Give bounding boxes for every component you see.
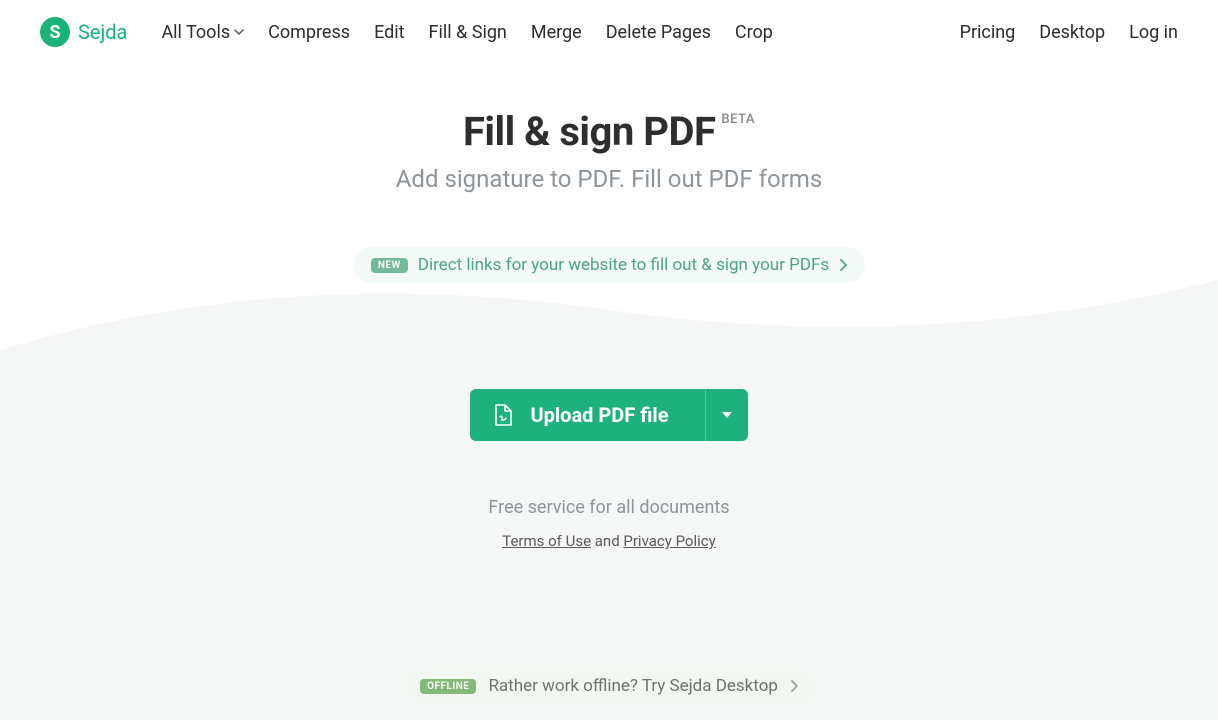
chevron-down-icon: [234, 27, 244, 37]
terms-of-use-link[interactable]: Terms of Use: [502, 532, 591, 550]
upload-label: Upload PDF file: [530, 403, 668, 427]
logo-mark: S: [40, 17, 70, 47]
nav-left-group: All Tools Compress Edit Fill & Sign Merg…: [161, 22, 772, 43]
top-nav: S Sejda All Tools Compress Edit Fill & S…: [0, 0, 1218, 64]
nav-pricing[interactable]: Pricing: [960, 22, 1016, 43]
nav-all-tools[interactable]: All Tools: [161, 22, 244, 43]
caret-down-icon: [722, 412, 732, 418]
upload-main[interactable]: Upload PDF file: [470, 389, 704, 441]
file-pdf-icon: [494, 404, 512, 426]
promo-text: Direct links for your website to fill ou…: [418, 255, 829, 275]
nav-fill-sign[interactable]: Fill & Sign: [429, 22, 507, 43]
nav-right-group: Pricing Desktop Log in: [960, 22, 1178, 43]
chevron-right-icon: [790, 680, 798, 692]
page-title: Fill & sign PDF: [463, 108, 715, 155]
chevron-right-icon: [839, 259, 847, 271]
promo-banner[interactable]: NEW Direct links for your website to fil…: [353, 247, 865, 283]
upload-button[interactable]: Upload PDF file: [470, 389, 747, 441]
upload-dropdown-toggle[interactable]: [705, 389, 748, 441]
nav-merge[interactable]: Merge: [531, 22, 582, 43]
nav-desktop[interactable]: Desktop: [1039, 22, 1105, 43]
offline-text: Rather work offline? Try Sejda Desktop: [488, 676, 777, 696]
new-badge: NEW: [371, 258, 408, 273]
privacy-policy-link[interactable]: Privacy Policy: [623, 532, 715, 550]
nav-edit[interactable]: Edit: [374, 22, 404, 43]
nav-crop[interactable]: Crop: [735, 22, 773, 43]
logo-text: Sejda: [78, 20, 127, 44]
terms-row: Terms of Use and Privacy Policy: [0, 532, 1218, 550]
nav-delete-pages[interactable]: Delete Pages: [606, 22, 711, 43]
nav-compress[interactable]: Compress: [268, 22, 350, 43]
offline-badge: OFFLINE: [420, 679, 476, 694]
main-area: Upload PDF file Free service for all doc…: [0, 389, 1218, 704]
hero: Fill & sign PDF BETA Add signature to PD…: [0, 64, 1218, 283]
offline-banner[interactable]: OFFLINE Rather work offline? Try Sejda D…: [402, 668, 816, 704]
brand-logo[interactable]: S Sejda: [40, 17, 127, 47]
terms-and: and: [591, 532, 623, 550]
free-service-text: Free service for all documents: [0, 497, 1218, 518]
title-row: Fill & sign PDF BETA: [463, 108, 755, 155]
nav-all-tools-label: All Tools: [161, 22, 230, 43]
beta-badge: BETA: [721, 112, 755, 127]
page-subtitle: Add signature to PDF. Fill out PDF forms: [0, 165, 1218, 193]
nav-login[interactable]: Log in: [1129, 22, 1178, 43]
